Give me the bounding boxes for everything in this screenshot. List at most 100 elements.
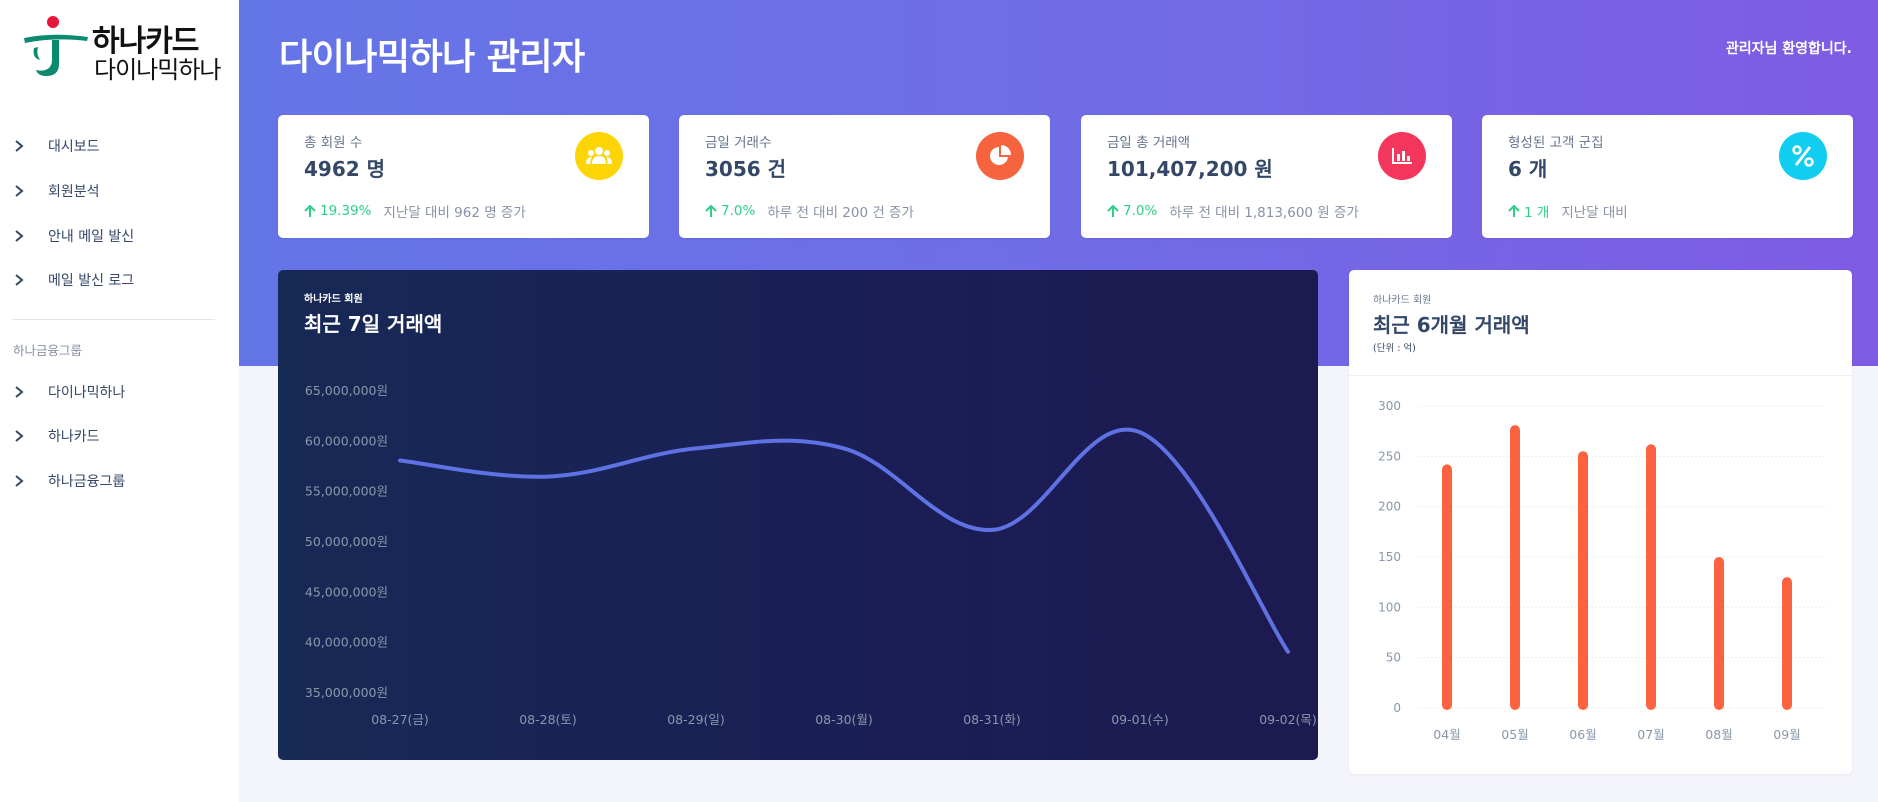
- y-tick-label: 300: [1378, 399, 1401, 413]
- sidebar-item-label: 대시보드: [48, 139, 100, 155]
- stat-card-customer-clusters: 형성된 고객 군집 6 개 1 개 지난달 대비: [1482, 115, 1853, 238]
- stat-card-label: 형성된 고객 군집: [1508, 135, 1604, 151]
- chevron-right-icon: [15, 386, 24, 398]
- arrow-up-icon: [1107, 204, 1119, 217]
- x-tick-label: 08-30(월): [815, 712, 873, 727]
- y-tick-label: 65,000,000원: [305, 383, 388, 398]
- bar: [1714, 557, 1724, 710]
- stat-change: 19.39%: [304, 203, 371, 219]
- welcome-message: 관리자님 환영합니다.: [1725, 41, 1852, 57]
- y-tick-label: 50,000,000원: [305, 534, 388, 549]
- x-tick-label: 09-01(수): [1111, 712, 1169, 727]
- arrow-up-icon: [705, 204, 717, 217]
- y-tick-label: 0: [1393, 701, 1401, 715]
- x-tick-label: 05월: [1501, 727, 1528, 742]
- y-tick-label: 200: [1378, 500, 1401, 514]
- sidebar-item-dashboard[interactable]: 대시보드: [12, 131, 232, 161]
- sidebar-section-title: 하나금융그룹: [13, 343, 83, 358]
- y-tick-label: 55,000,000원: [305, 484, 388, 499]
- sidebar-item-send-mail[interactable]: 안내 메일 발신: [12, 221, 232, 251]
- stat-card-value: 101,407,200 원: [1107, 157, 1273, 181]
- page-title: 다이나믹하나 관리자: [279, 37, 585, 78]
- stat-change-value: 7.0%: [721, 203, 756, 219]
- stat-card-today-transactions: 금일 거래수 3056 건 7.0% 하루 전 대비 200 건 증가: [679, 115, 1050, 238]
- stat-change-value: 7.0%: [1123, 203, 1158, 219]
- stat-card-footer: 7.0% 하루 전 대비 200 건 증가: [705, 201, 914, 221]
- x-tick-label: 08월: [1705, 727, 1732, 742]
- stat-change-note: 하루 전 대비 1,813,600 원 증가: [1169, 205, 1359, 221]
- stat-card-value: 4962 명: [304, 157, 386, 181]
- sidebar-item-label: 안내 메일 발신: [48, 229, 135, 245]
- stat-change: 7.0%: [1107, 203, 1157, 219]
- sidebar-item-member-analysis[interactable]: 회원분석: [12, 176, 232, 206]
- series-line: [398, 427, 1290, 654]
- stat-card-label: 금일 총 거래액: [1107, 135, 1191, 151]
- hana-card-logo[interactable]: 하나카드 다이나믹하나: [22, 14, 232, 84]
- x-tick-label: 06월: [1569, 727, 1596, 742]
- sidebar-item-hana-financial-group[interactable]: 하나금융그룹: [12, 466, 232, 496]
- logo-text-dynamichana: 다이나믹하나: [94, 56, 221, 84]
- percent-icon: [1779, 132, 1827, 180]
- line-chart-subtitle: 하나카드 회원: [304, 294, 363, 305]
- stat-change-value: 19.39%: [320, 203, 372, 219]
- chevron-right-icon: [15, 185, 24, 197]
- sidebar: 하나카드 다이나믹하나 대시보드 회원분석 안내 메일 발신 메일 발신 로그 …: [0, 0, 239, 802]
- sidebar-item-dynamic-hana[interactable]: 다이나믹하나: [12, 377, 232, 407]
- sidebar-item-label: 하나금융그룹: [48, 474, 126, 490]
- stat-card-label: 총 회원 수: [304, 135, 363, 151]
- chevron-right-icon: [15, 274, 24, 286]
- bar: [1442, 464, 1452, 710]
- bar: [1646, 444, 1656, 710]
- line-chart-title: 최근 7일 거래액: [304, 312, 443, 336]
- line-chart-card: 65,000,000원 60,000,000원 55,000,000원 50,000,…: [278, 270, 1318, 760]
- sidebar-item-hana-card[interactable]: 하나카드: [12, 421, 232, 451]
- bar-chart-card: 하나카드 회원 최근 6개월 거래액 (단위 : 억) 300 250 200 150…: [1349, 270, 1852, 774]
- bar: [1578, 451, 1588, 710]
- stat-card-value: 6 개: [1508, 157, 1548, 181]
- x-tick-label: 08-31(화): [963, 712, 1021, 727]
- sidebar-item-label: 다이나믹하나: [48, 385, 126, 401]
- stat-card-footer: 7.0% 하루 전 대비 1,813,600 원 증가: [1107, 201, 1359, 221]
- x-tick-label: 04월: [1433, 727, 1460, 742]
- bar: [1510, 425, 1520, 710]
- sidebar-item-label: 회원분석: [48, 184, 100, 200]
- sidebar-item-label: 메일 발신 로그: [48, 273, 135, 289]
- line-chart: 65,000,000원 60,000,000원 55,000,000원 50,000,…: [305, 383, 1317, 727]
- x-tick-label: 09월: [1773, 727, 1800, 742]
- stat-change: 7.0%: [705, 203, 755, 219]
- x-tick-label: 09-02(목): [1259, 712, 1317, 727]
- y-tick-label: 50: [1386, 651, 1401, 665]
- x-tick-label: 07월: [1637, 727, 1664, 742]
- stat-card-footer: 1 개 지난달 대비: [1508, 201, 1628, 221]
- x-tick-label: 08-28(토): [519, 712, 577, 727]
- sidebar-item-mail-log[interactable]: 메일 발신 로그: [12, 265, 232, 295]
- y-tick-label: 40,000,000원: [305, 635, 388, 650]
- stat-change: 1 개: [1508, 201, 1549, 221]
- chevron-right-icon: [15, 230, 24, 242]
- stat-card-total-members: 총 회원 수 4962 명 19.39% 지난달 대비 962 명 증가: [278, 115, 649, 238]
- arrow-up-icon: [304, 204, 316, 217]
- stat-change-note: 하루 전 대비 200 건 증가: [767, 205, 914, 221]
- stat-card-value: 3056 건: [705, 157, 787, 181]
- bar-chart-icon: [1378, 132, 1426, 180]
- users-icon: [575, 132, 623, 180]
- app-root: 다이나믹하나 관리자 관리자님 환영합니다. 하나카드 다이나믹하나 대시보드 …: [0, 0, 1878, 802]
- bar: [1782, 577, 1792, 710]
- x-tick-label: 08-29(일): [667, 712, 725, 727]
- y-tick-label: 60,000,000원: [305, 433, 388, 448]
- x-tick-label: 08-27(금): [371, 712, 429, 727]
- stat-change-value: 1 개: [1524, 205, 1550, 221]
- stat-card-label: 금일 거래수: [705, 135, 772, 151]
- sidebar-divider: [12, 319, 215, 320]
- chevron-right-icon: [15, 430, 24, 442]
- stat-card-footer: 19.39% 지난달 대비 962 명 증가: [304, 201, 526, 221]
- stat-change-note: 지난달 대비: [1561, 205, 1628, 221]
- y-tick-label: 250: [1378, 449, 1401, 463]
- hana-logo-icon: [24, 16, 88, 76]
- chevron-right-icon: [15, 475, 24, 487]
- y-tick-label: 45,000,000원: [305, 584, 388, 599]
- y-tick-label: 35,000,000원: [305, 685, 388, 700]
- chevron-right-icon: [15, 140, 24, 152]
- stat-change-note: 지난달 대비 962 명 증가: [383, 205, 526, 221]
- stat-card-today-amount: 금일 총 거래액 101,407,200 원 7.0% 하루 전 대비 1,81…: [1081, 115, 1452, 238]
